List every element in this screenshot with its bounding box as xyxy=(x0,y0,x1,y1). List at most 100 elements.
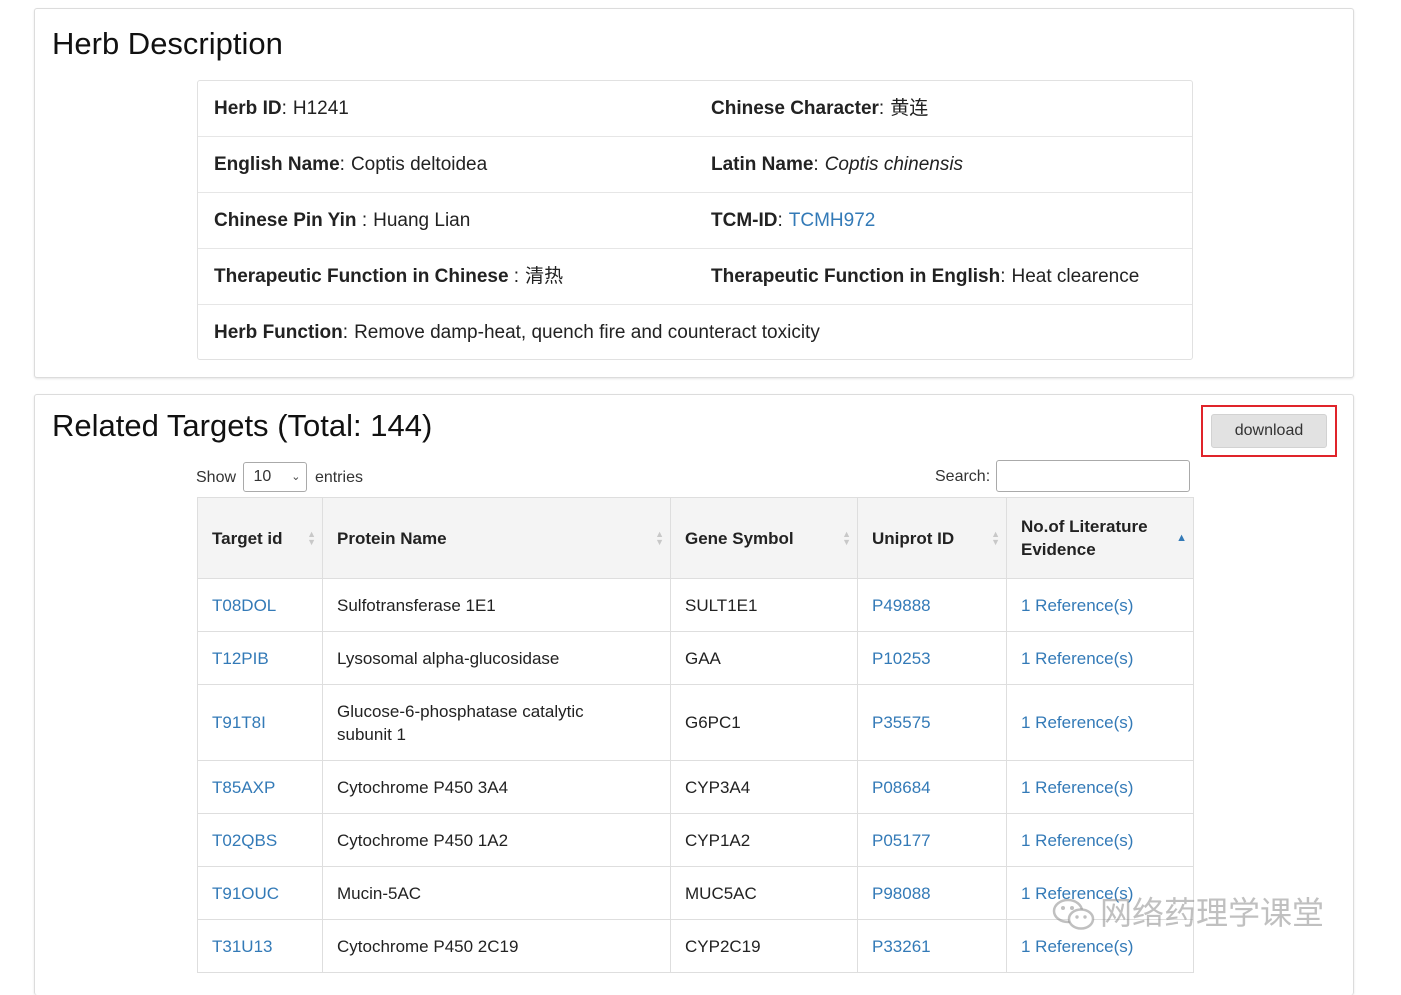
reference-link[interactable]: 1 Reference(s) xyxy=(1006,813,1194,867)
targets-table: Target id ▲ ▼ Protein Name ▲ ▼ Gene Symbol ▲ ▼… xyxy=(197,497,1194,973)
tcm-id-field: TCM-ID: TCMH972 xyxy=(711,193,875,248)
table-row: T91T8I Glucose-6-phosphatase catalytic s… xyxy=(197,684,1194,761)
total-count: (Total: 144) xyxy=(277,408,433,443)
herb-info-box: Herb ID: H1241 Chinese Character: 黄连 Engli… xyxy=(197,80,1193,360)
herb-description-panel: Herb Description Herb ID: H1241 Chinese C… xyxy=(34,8,1354,378)
field-label: English Name xyxy=(214,154,340,175)
column-label: Uniprot ID xyxy=(872,528,955,548)
gene-symbol-cell: CYP2C19 xyxy=(670,919,858,973)
field-separator: : xyxy=(813,154,819,175)
sort-both-icon: ▲ ▼ xyxy=(307,529,316,547)
info-row: Therapeutic Function in Chinese : 清热 Ther… xyxy=(198,249,1192,305)
column-header-literature-evidence[interactable]: No.of Literature Evidence ▲ xyxy=(1006,497,1194,579)
english-name-value: Coptis deltoidea xyxy=(350,154,488,175)
uniprot-id-link[interactable]: P08684 xyxy=(857,760,1007,814)
column-header-target-id[interactable]: Target id ▲ ▼ xyxy=(197,497,323,579)
download-highlight-frame: download xyxy=(1201,405,1337,457)
uniprot-id-link[interactable]: P98088 xyxy=(857,866,1007,920)
table-header-row: Target id ▲ ▼ Protein Name ▲ ▼ Gene Symbol ▲ ▼… xyxy=(197,497,1194,579)
field-separator: : xyxy=(339,154,345,175)
column-header-gene-symbol[interactable]: Gene Symbol ▲ ▼ xyxy=(670,497,858,579)
reference-link[interactable]: 1 Reference(s) xyxy=(1006,684,1194,761)
field-label: Herb Function xyxy=(214,322,343,343)
download-button[interactable]: download xyxy=(1211,414,1327,448)
field-label: Herb ID xyxy=(214,98,282,119)
uniprot-id-link[interactable]: P35575 xyxy=(857,684,1007,761)
entries-length-control: Show 10 ⌄ entries xyxy=(196,462,363,494)
table-row: T08DOL Sulfotransferase 1E1 SULT1E1 P498… xyxy=(197,578,1194,632)
gene-symbol-cell: MUC5AC xyxy=(670,866,858,920)
sort-both-icon: ▲ ▼ xyxy=(655,529,664,547)
protein-name-cell: Sulfotransferase 1E1 xyxy=(322,578,671,632)
search-label: Search: xyxy=(935,468,991,485)
column-header-protein-name[interactable]: Protein Name ▲ ▼ xyxy=(322,497,671,579)
column-label: Gene Symbol xyxy=(685,528,794,548)
field-separator: : xyxy=(281,98,287,119)
chinese-character-field: Chinese Character: 黄连 xyxy=(711,81,928,136)
table-row: T12PIB Lysosomal alpha-glucosidase GAA P… xyxy=(197,631,1194,685)
gene-symbol-cell: GAA xyxy=(670,631,858,685)
function-english-value: Heat clearence xyxy=(1011,266,1140,287)
field-separator: : xyxy=(878,98,885,119)
sort-both-icon: ▲ ▼ xyxy=(991,529,1000,547)
info-row: Chinese Pin Yin : Huang Lian TCM-ID: TCMH9… xyxy=(198,193,1192,249)
table-row: T91OUC Mucin-5AC MUC5AC P98088 1 Referen… xyxy=(197,866,1194,920)
table-row: T85AXP Cytochrome P450 3A4 CYP3A4 P08684… xyxy=(197,760,1194,814)
field-separator: : xyxy=(777,210,783,231)
watermark-text: 网络药理学课堂 xyxy=(1100,894,1325,932)
herb-function-value: Remove damp-heat, quench fire and counte… xyxy=(354,322,820,343)
gene-symbol-cell: CYP1A2 xyxy=(670,813,858,867)
uniprot-id-link[interactable]: P33261 xyxy=(857,919,1007,973)
protein-name-cell: Cytochrome P450 2C19 xyxy=(322,919,671,973)
watermark: 网络药理学课堂 xyxy=(1052,888,1324,938)
protein-name-cell: Cytochrome P450 3A4 xyxy=(322,760,671,814)
target-id-link[interactable]: T31U13 xyxy=(197,919,323,973)
entries-label: entries xyxy=(314,469,363,486)
search-input[interactable] xyxy=(996,460,1190,492)
herb-id-field: Herb ID: H1241 xyxy=(214,81,349,136)
field-separator: : xyxy=(508,266,520,287)
uniprot-id-link[interactable]: P05177 xyxy=(857,813,1007,867)
function-chinese-field: Therapeutic Function in Chinese : 清热 xyxy=(214,249,563,304)
column-header-uniprot-id[interactable]: Uniprot ID ▲ ▼ xyxy=(857,497,1007,579)
reference-link[interactable]: 1 Reference(s) xyxy=(1006,578,1194,632)
protein-name-cell: Cytochrome P450 1A2 xyxy=(322,813,671,867)
sort-ascending-icon: ▲ xyxy=(1176,532,1187,544)
target-id-link[interactable]: T91T8I xyxy=(197,684,323,761)
info-row: English Name: Coptis deltoidea Latin Name… xyxy=(198,137,1192,193)
pin-yin-value: Huang Lian xyxy=(373,210,471,231)
column-label: No.of Literature Evidence xyxy=(1021,517,1148,559)
reference-link[interactable]: 1 Reference(s) xyxy=(1006,631,1194,685)
table-search: Search: xyxy=(935,460,1190,494)
protein-name-cell: Mucin-5AC xyxy=(322,866,671,920)
entries-select[interactable]: 10 ⌄ xyxy=(243,462,308,492)
target-id-link[interactable]: T85AXP xyxy=(197,760,323,814)
wechat-icon xyxy=(1052,898,1095,930)
entries-select-value: 10 xyxy=(253,468,272,485)
tcm-id-link[interactable]: TCMH972 xyxy=(789,210,876,231)
reference-link[interactable]: 1 Reference(s) xyxy=(1006,760,1194,814)
target-id-link[interactable]: T91OUC xyxy=(197,866,323,920)
target-id-link[interactable]: T08DOL xyxy=(197,578,323,632)
gene-symbol-cell: CYP3A4 xyxy=(670,760,858,814)
uniprot-id-link[interactable]: P49888 xyxy=(857,578,1007,632)
field-label: TCM-ID xyxy=(711,210,778,231)
field-label: Therapeutic Function in Chinese xyxy=(214,266,509,287)
field-label: Therapeutic Function in English xyxy=(711,266,1001,287)
herb-id-value: H1241 xyxy=(292,98,349,119)
function-english-field: Therapeutic Function in English: Heat cle… xyxy=(711,249,1139,304)
latin-name-value: Coptis chinensis xyxy=(824,154,964,175)
target-id-link[interactable]: T12PIB xyxy=(197,631,323,685)
column-label: Protein Name xyxy=(337,528,447,548)
uniprot-id-link[interactable]: P10253 xyxy=(857,631,1007,685)
info-row: Herb ID: H1241 Chinese Character: 黄连 xyxy=(198,81,1192,137)
field-label: Chinese Character xyxy=(711,98,879,119)
protein-name-cell: Lysosomal alpha-glucosidase xyxy=(322,631,671,685)
sort-both-icon: ▲ ▼ xyxy=(842,529,851,547)
latin-name-field: Latin Name: Coptis chinensis xyxy=(711,137,963,192)
field-label: Latin Name xyxy=(711,154,814,175)
field-label: Chinese Pin Yin xyxy=(214,210,357,231)
target-id-link[interactable]: T02QBS xyxy=(197,813,323,867)
section-title-text: Related Targets xyxy=(52,408,269,443)
function-chinese-value: 清热 xyxy=(525,265,564,287)
